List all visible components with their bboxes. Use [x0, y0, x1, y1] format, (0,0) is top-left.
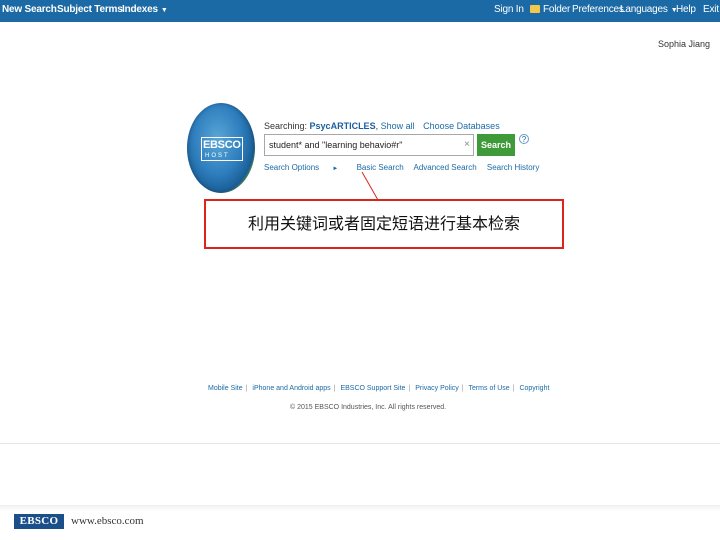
callout-pointer [361, 171, 383, 208]
logo-subtext: HOST [205, 153, 230, 159]
nav-languages[interactable]: Languages ▼ [620, 4, 678, 15]
basic-search-link[interactable]: Basic Search [357, 163, 404, 172]
brand-url: www.ebsco.com [71, 515, 144, 527]
folder-icon [530, 5, 540, 13]
footer-separator: | [461, 385, 464, 392]
nav-folder-label: Folder [543, 4, 571, 15]
help-icon[interactable]: ? [519, 134, 529, 144]
top-nav-bar: New Search Subject Terms Indexes ▼ Sign I… [0, 0, 720, 22]
ebscohost-logo: EBSCO HOST [187, 103, 255, 193]
nav-sign-in[interactable]: Sign In [494, 4, 524, 15]
close-icon[interactable]: × [464, 139, 470, 150]
footer-link-apps[interactable]: iPhone and Android apps [252, 385, 330, 392]
search-input[interactable] [264, 134, 474, 156]
searching-prefix: Searching: [264, 121, 308, 131]
nav-subject-terms[interactable]: Subject Terms [57, 4, 123, 15]
divider [0, 443, 720, 444]
annotation-callout: 利用关键词或者固定短语进行基本检索 [204, 199, 564, 249]
search-options-label: Search Options [264, 163, 320, 172]
footer-link-copyright[interactable]: Copyright [519, 385, 549, 392]
footer-separator: | [512, 385, 515, 392]
search-links: Search Options ► Basic Search Advanced S… [264, 163, 547, 172]
footer-links: Mobile Site | iPhone and Android apps | EB… [208, 385, 549, 392]
search-button[interactable]: Search [477, 134, 515, 156]
nav-new-search[interactable]: New Search [2, 4, 57, 15]
footer-separator: | [245, 385, 248, 392]
footer-link-terms[interactable]: Terms of Use [468, 385, 509, 392]
search-history-link[interactable]: Search History [487, 163, 539, 172]
footer-link-mobile[interactable]: Mobile Site [208, 385, 243, 392]
searching-line: Searching: PsycARTICLES, Show all Choose… [264, 121, 500, 131]
bottom-band [0, 505, 720, 511]
footer-separator: | [333, 385, 336, 392]
copyright-text: © 2015 EBSCO Industries, Inc. All rights… [290, 404, 447, 411]
nav-preferences[interactable]: Preferences [572, 4, 624, 15]
footer-link-support[interactable]: EBSCO Support Site [340, 385, 405, 392]
user-name: Sophia Jiang [657, 39, 710, 49]
nav-indexes[interactable]: Indexes ▼ [122, 4, 168, 15]
nav-folder[interactable]: Folder [530, 4, 570, 15]
nav-help[interactable]: Help [676, 4, 696, 15]
selected-database: PsycARTICLES [309, 121, 376, 131]
show-all-link[interactable]: Show all [381, 121, 415, 131]
triangle-right-icon: ► [332, 166, 339, 172]
nav-indexes-label: Indexes [122, 4, 158, 15]
ebsco-brand-logo: EBSCO [14, 514, 64, 529]
footer-link-privacy[interactable]: Privacy Policy [415, 385, 459, 392]
search-options-link[interactable]: Search Options ► [264, 163, 346, 172]
choose-databases-link[interactable]: Choose Databases [423, 121, 500, 131]
footer-separator: | [408, 385, 411, 392]
logo-text: EBSCO [203, 139, 241, 151]
nav-exit[interactable]: Exit [703, 4, 719, 15]
advanced-search-link[interactable]: Advanced Search [413, 163, 476, 172]
nav-languages-label: Languages [620, 4, 668, 15]
chevron-down-icon: ▼ [160, 7, 168, 14]
